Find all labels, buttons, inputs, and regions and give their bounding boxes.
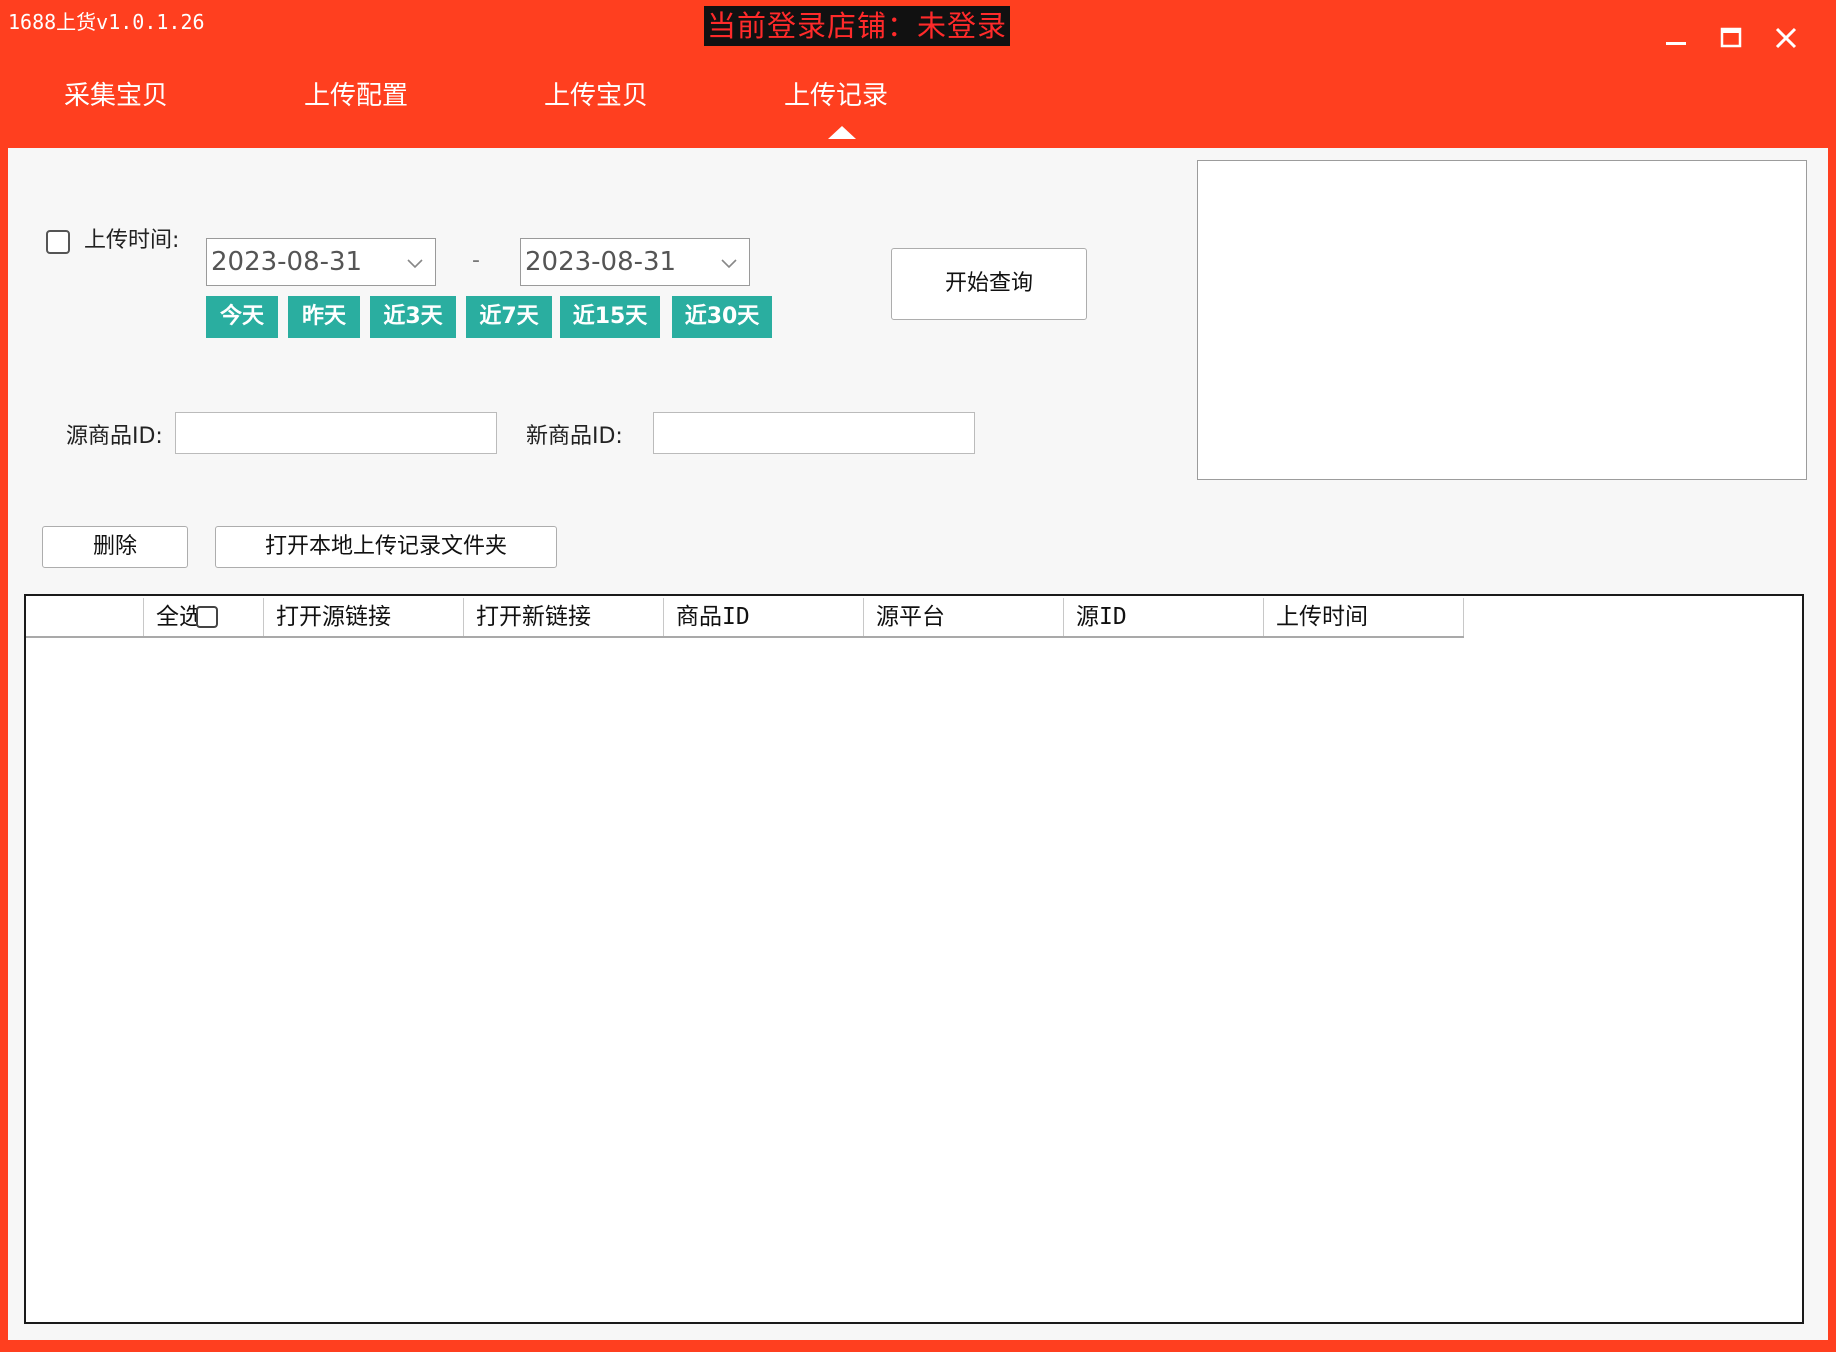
tab-collect[interactable]: 采集宝贝: [16, 76, 216, 116]
quick-range-yesterday[interactable]: 昨天: [288, 296, 360, 338]
new-id-input[interactable]: [653, 412, 975, 454]
source-id-input[interactable]: [175, 412, 497, 454]
upload-time-checkbox[interactable]: [46, 230, 70, 254]
maximize-button[interactable]: [1713, 20, 1749, 56]
preview-panel: [1197, 160, 1807, 480]
source-id-label: 源商品ID:: [66, 424, 163, 449]
quick-range-30days[interactable]: 近30天: [672, 296, 772, 338]
column-header-select-all[interactable]: 全选: [144, 598, 264, 636]
tab-upload-items[interactable]: 上传宝贝: [496, 76, 696, 116]
column-header-source-id[interactable]: 源ID: [1064, 598, 1264, 636]
select-all-checkbox[interactable]: [196, 606, 218, 628]
column-header-index: [26, 598, 144, 636]
start-date-picker[interactable]: 2023-08-31: [206, 238, 436, 286]
chevron-down-icon: [719, 253, 739, 273]
upload-records-table: 全选 打开源链接 打开新链接 商品ID 源平台 源ID 上传时间: [24, 594, 1804, 1324]
tab-upload-config[interactable]: 上传配置: [256, 76, 456, 116]
store-login-status: 当前登录店铺：未登录: [704, 6, 1010, 46]
open-record-folder-button[interactable]: 打开本地上传记录文件夹: [215, 526, 557, 568]
quick-range-today[interactable]: 今天: [206, 296, 278, 338]
delete-button[interactable]: 删除: [42, 526, 188, 568]
column-header-upload-time[interactable]: 上传时间: [1264, 598, 1464, 636]
search-button[interactable]: 开始查询: [891, 248, 1087, 320]
upload-records-panel: 上传时间: 2023-08-31 - 2023-08-31 今天 昨天 近3天 …: [8, 148, 1828, 1340]
minimize-icon: [1666, 42, 1686, 45]
date-range-separator: -: [472, 248, 480, 273]
upload-time-label: 上传时间:: [84, 228, 180, 253]
close-button[interactable]: [1768, 20, 1804, 56]
column-header-source-platform[interactable]: 源平台: [864, 598, 1064, 636]
quick-range-3days[interactable]: 近3天: [370, 296, 456, 338]
minimize-button[interactable]: [1658, 20, 1694, 56]
new-id-label: 新商品ID:: [526, 424, 623, 449]
active-tab-indicator: [828, 126, 856, 139]
maximize-icon: [1720, 27, 1742, 48]
column-header-product-id[interactable]: 商品ID: [664, 598, 864, 636]
quick-range-15days[interactable]: 近15天: [560, 296, 660, 338]
window-title: 1688上货v1.0.1.26: [8, 10, 205, 34]
quick-range-7days[interactable]: 近7天: [466, 296, 552, 338]
column-header-open-new-link[interactable]: 打开新链接: [464, 598, 664, 636]
table-header: 全选 打开源链接 打开新链接 商品ID 源平台 源ID 上传时间: [26, 598, 1464, 638]
app-window: 1688上货v1.0.1.26 当前登录店铺：未登录 采集宝贝 上传配置 上传宝…: [0, 0, 1836, 1352]
start-date-value: 2023-08-31: [211, 247, 363, 277]
chevron-down-icon: [405, 253, 425, 273]
column-header-open-source-link[interactable]: 打开源链接: [264, 598, 464, 636]
tab-upload-records[interactable]: 上传记录: [736, 76, 936, 116]
close-icon: [1775, 27, 1797, 49]
end-date-value: 2023-08-31: [525, 247, 677, 277]
end-date-picker[interactable]: 2023-08-31: [520, 238, 750, 286]
